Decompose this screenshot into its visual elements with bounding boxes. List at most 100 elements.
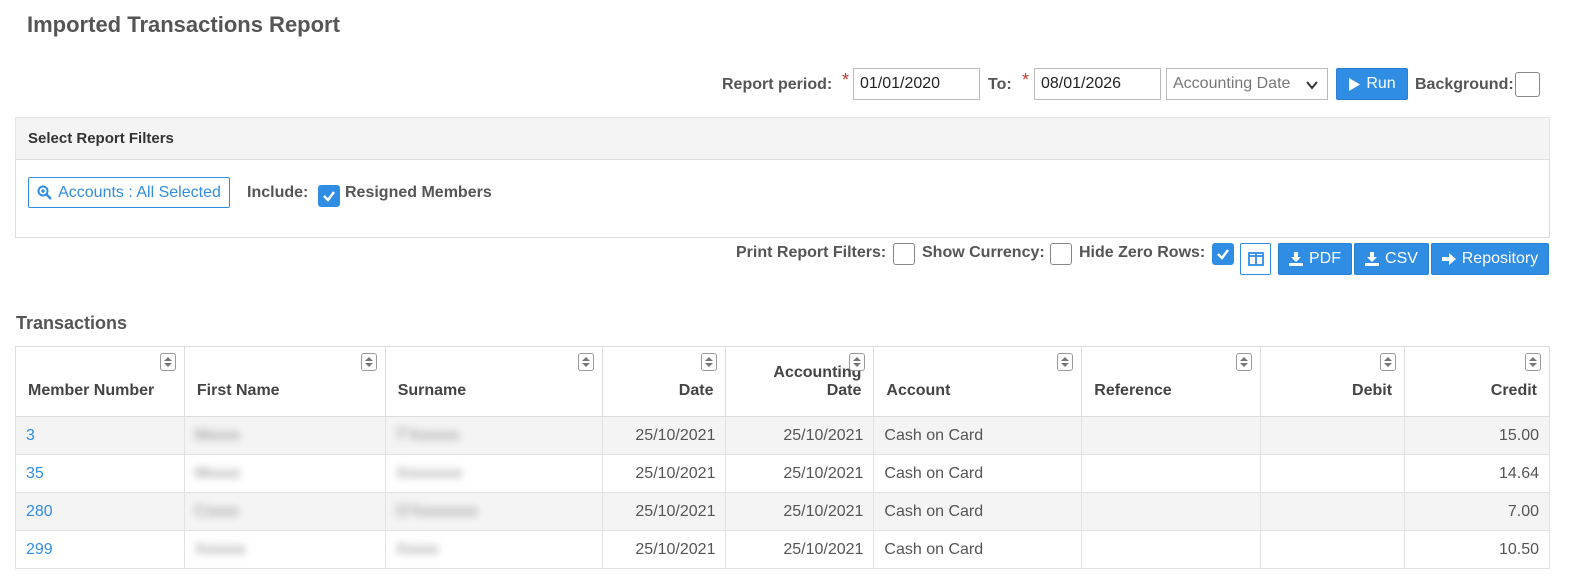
sort-icon[interactable]	[1380, 353, 1397, 371]
redacted-surname: T'Xxxxxx	[395, 426, 460, 444]
column-label: Reference	[1094, 382, 1172, 399]
date-cell: 25/10/2021	[601, 492, 727, 531]
required-mark: *	[1022, 70, 1030, 90]
download-icon	[1365, 252, 1380, 266]
column-label: Date	[678, 382, 714, 399]
accounting-date-cell: 25/10/2021	[725, 454, 875, 493]
download-icon	[1289, 252, 1303, 266]
transactions-table: Member Number First Name Surname Date Ac…	[15, 346, 1550, 569]
sort-icon[interactable]	[360, 353, 377, 371]
pdf-button-label: PDF	[1309, 250, 1341, 267]
page-title: Imported Transactions Report	[27, 12, 340, 37]
date-cell: 25/10/2021	[601, 454, 727, 493]
surname-cell: Xxxxx	[384, 530, 603, 569]
member-number-link[interactable]: 3	[15, 416, 185, 455]
print-filters-checkbox[interactable]	[893, 243, 915, 265]
reference-cell	[1081, 492, 1262, 531]
transactions-title: Transactions	[16, 313, 128, 333]
from-date-input[interactable]: 01/01/2020	[853, 68, 980, 100]
redacted-first-name: Mxxxx	[194, 426, 241, 444]
resigned-members-checkbox[interactable]	[318, 185, 340, 207]
surname-cell: O'Xxxxxxxx	[384, 492, 603, 531]
first-name-cell: Xxxxxx	[183, 530, 386, 569]
date-type-select[interactable]: Accounting Date	[1166, 68, 1328, 100]
credit-cell: 10.50	[1404, 530, 1550, 569]
check-icon	[1217, 249, 1229, 260]
column-header-accounting-date[interactable]: Accounting Date	[725, 346, 875, 417]
credit-cell: 15.00	[1404, 416, 1550, 455]
csv-button-label: CSV	[1385, 250, 1418, 267]
redacted-first-name: Xxxxxx	[194, 540, 246, 558]
include-label: Include:	[247, 184, 309, 201]
member-number-link[interactable]: 280	[15, 492, 185, 531]
background-checkbox[interactable]	[1515, 72, 1540, 97]
chevron-down-icon	[1306, 81, 1318, 90]
column-header-member-number[interactable]: Member Number	[15, 346, 185, 417]
redacted-surname: O'Xxxxxxxx	[395, 502, 478, 520]
sort-icon[interactable]	[159, 353, 176, 371]
print-filters-label: Print Report Filters:	[736, 244, 887, 261]
background-label: Background:	[1415, 76, 1514, 93]
column-header-date[interactable]: Date	[601, 346, 727, 417]
column-header-debit[interactable]: Debit	[1260, 346, 1406, 417]
date-type-value: Accounting Date	[1173, 75, 1291, 92]
column-label: First Name	[196, 382, 280, 399]
debit-cell	[1260, 416, 1406, 455]
member-number-link[interactable]: 299	[15, 530, 185, 569]
table-row: 299 Xxxxxx Xxxxx 25/10/2021 25/10/2021 C…	[15, 530, 1550, 569]
run-button-label: Run	[1366, 75, 1396, 92]
columns-icon	[1247, 252, 1264, 266]
zoom-search-icon	[37, 185, 52, 200]
report-period-label: Report period:	[722, 76, 833, 93]
sort-icon[interactable]	[849, 353, 866, 371]
report-filters-header[interactable]: Select Report Filters	[15, 117, 1550, 160]
first-name-cell: Mxxxx	[183, 454, 386, 493]
to-date-input[interactable]: 08/01/2026	[1034, 68, 1161, 100]
sort-icon[interactable]	[701, 353, 718, 371]
column-label: Member Number	[28, 382, 155, 399]
debit-cell	[1260, 454, 1406, 493]
run-button[interactable]: Run	[1336, 68, 1408, 100]
table-row: 35 Mxxxx Xxxxxxxx 25/10/2021 25/10/2021 …	[15, 454, 1550, 493]
accounts-filter-label: Accounts : All Selected	[58, 183, 221, 201]
column-header-account[interactable]: Account	[873, 346, 1083, 417]
resigned-members-label: Resigned Members	[345, 184, 492, 201]
column-header-first-name[interactable]: First Name	[183, 346, 386, 417]
redacted-first-name: Cxxxx	[194, 502, 239, 520]
debit-cell	[1260, 530, 1406, 569]
first-name-cell: Mxxxx	[183, 416, 386, 455]
hide-zero-rows-label: Hide Zero Rows:	[1079, 244, 1206, 261]
check-icon	[323, 191, 335, 202]
column-label: Debit	[1352, 382, 1393, 399]
sort-icon[interactable]	[577, 353, 594, 371]
redacted-surname: Xxxxxxxx	[395, 464, 463, 482]
pdf-button[interactable]: PDF	[1278, 243, 1352, 275]
column-header-reference[interactable]: Reference	[1081, 346, 1262, 417]
accounts-filter-button[interactable]: Accounts : All Selected	[28, 177, 230, 208]
sort-icon[interactable]	[1236, 353, 1253, 371]
redacted-first-name: Mxxxx	[194, 464, 241, 482]
repository-button[interactable]: Repository	[1431, 243, 1549, 275]
columns-toggle-button[interactable]	[1240, 243, 1271, 275]
column-label: Credit	[1490, 382, 1537, 399]
show-currency-checkbox[interactable]	[1050, 243, 1072, 265]
arrow-right-icon	[1441, 253, 1456, 265]
member-number-link[interactable]: 35	[15, 454, 185, 493]
sort-icon[interactable]	[1057, 353, 1074, 371]
reference-cell	[1081, 530, 1262, 569]
debit-cell	[1260, 492, 1406, 531]
column-header-surname[interactable]: Surname	[384, 346, 603, 417]
column-label: Accounting Date	[773, 364, 862, 399]
report-filters-panel: Accounts : All Selected Include: Resigne…	[15, 159, 1550, 238]
column-header-credit[interactable]: Credit	[1404, 346, 1550, 417]
credit-cell: 14.64	[1404, 454, 1550, 493]
to-label: To:	[988, 76, 1012, 93]
credit-cell: 7.00	[1404, 492, 1550, 531]
accounting-date-cell: 25/10/2021	[725, 492, 875, 531]
account-cell: Cash on Card	[873, 492, 1083, 531]
date-cell: 25/10/2021	[601, 416, 727, 455]
sort-icon[interactable]	[1525, 353, 1541, 371]
hide-zero-rows-checkbox[interactable]	[1212, 243, 1234, 265]
csv-button[interactable]: CSV	[1354, 243, 1429, 275]
table-row: 280 Cxxxx O'Xxxxxxxx 25/10/2021 25/10/20…	[15, 492, 1550, 531]
